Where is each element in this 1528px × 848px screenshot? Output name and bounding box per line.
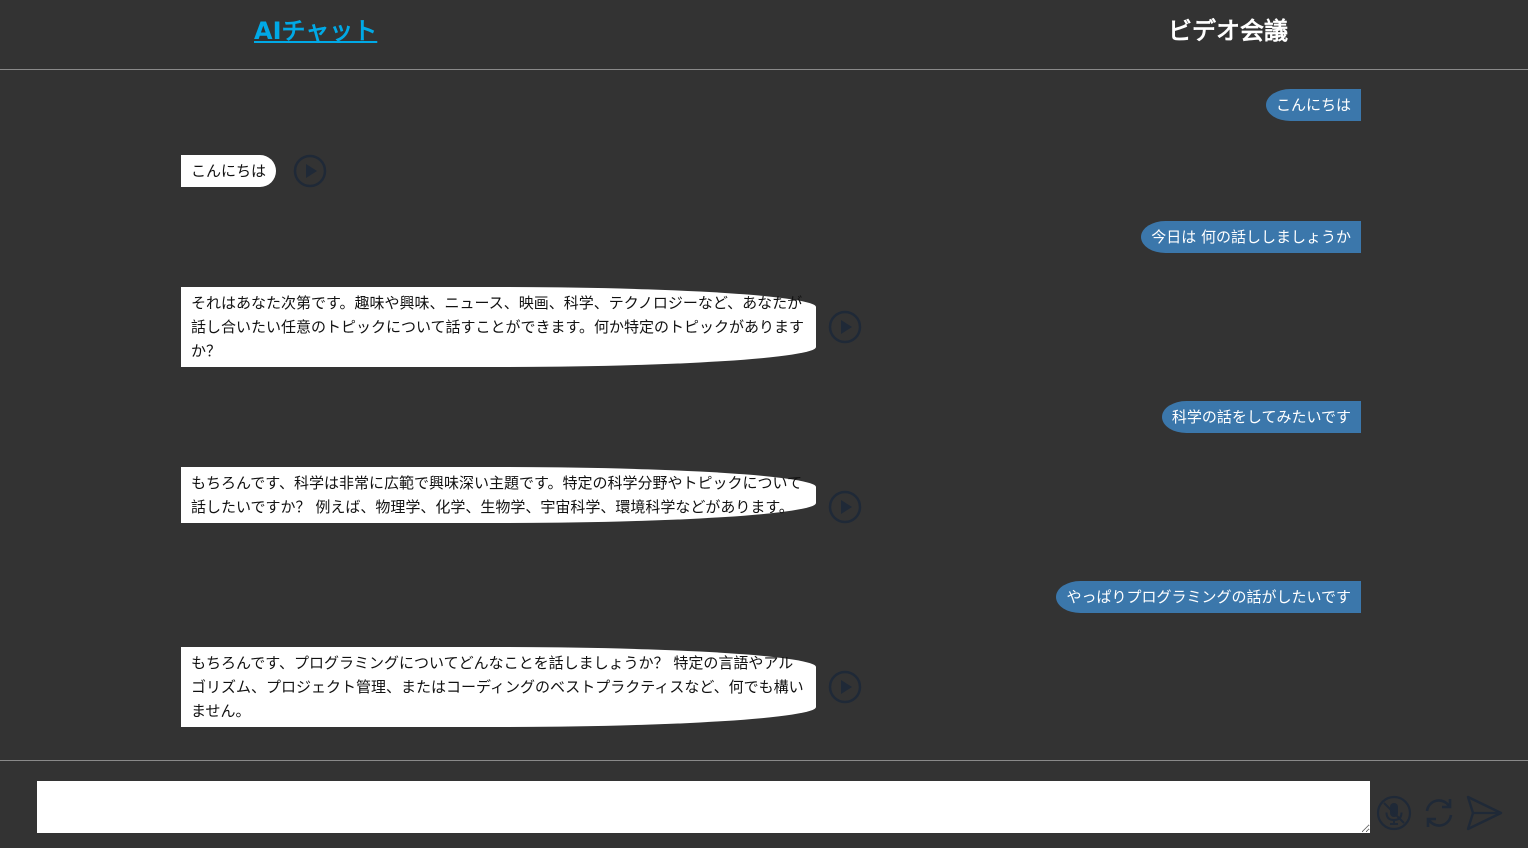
tab-ai-chat[interactable]: AIチャット [254, 14, 377, 48]
message-input[interactable] [37, 781, 1370, 833]
play-circle-icon[interactable] [293, 154, 327, 188]
send-icon[interactable] [1464, 794, 1504, 832]
composer [0, 760, 1528, 848]
ai-message-bubble: それはあなた次第です。趣味や興味、ニュース、映画、科学、テクノロジーなど、あなた… [181, 287, 816, 367]
user-message-bubble: 今日は 何の話ししましょうか [1141, 221, 1361, 253]
play-circle-icon[interactable] [828, 670, 862, 704]
play-circle-icon[interactable] [828, 490, 862, 524]
microphone-icon[interactable] [1376, 795, 1412, 831]
user-message-bubble: 科学の話をしてみたいです [1161, 401, 1361, 433]
tab-video-conference[interactable]: ビデオ会議 [1168, 14, 1288, 48]
user-message-bubble: こんにちは [1265, 89, 1361, 121]
ai-message-bubble: こんにちは [181, 155, 277, 187]
ai-message-bubble: もちろんです、科学は非常に広範で興味深い主題です。特定の科学分野やトピックについ… [181, 467, 816, 523]
header: AIチャット ビデオ会議 [0, 0, 1528, 70]
user-message-bubble: やっぱりプログラミングの話がしたいです [1056, 581, 1361, 613]
play-circle-icon[interactable] [828, 310, 862, 344]
ai-message-bubble: もちろんです、プログラミングについてどんなことを話しましょうか？ 特定の言語やア… [181, 647, 816, 727]
chat-area[interactable]: こんにちは こんにちは 今日は 何の話ししましょうか それはあなた次第です。趣味… [0, 70, 1528, 760]
refresh-icon[interactable] [1421, 795, 1457, 831]
